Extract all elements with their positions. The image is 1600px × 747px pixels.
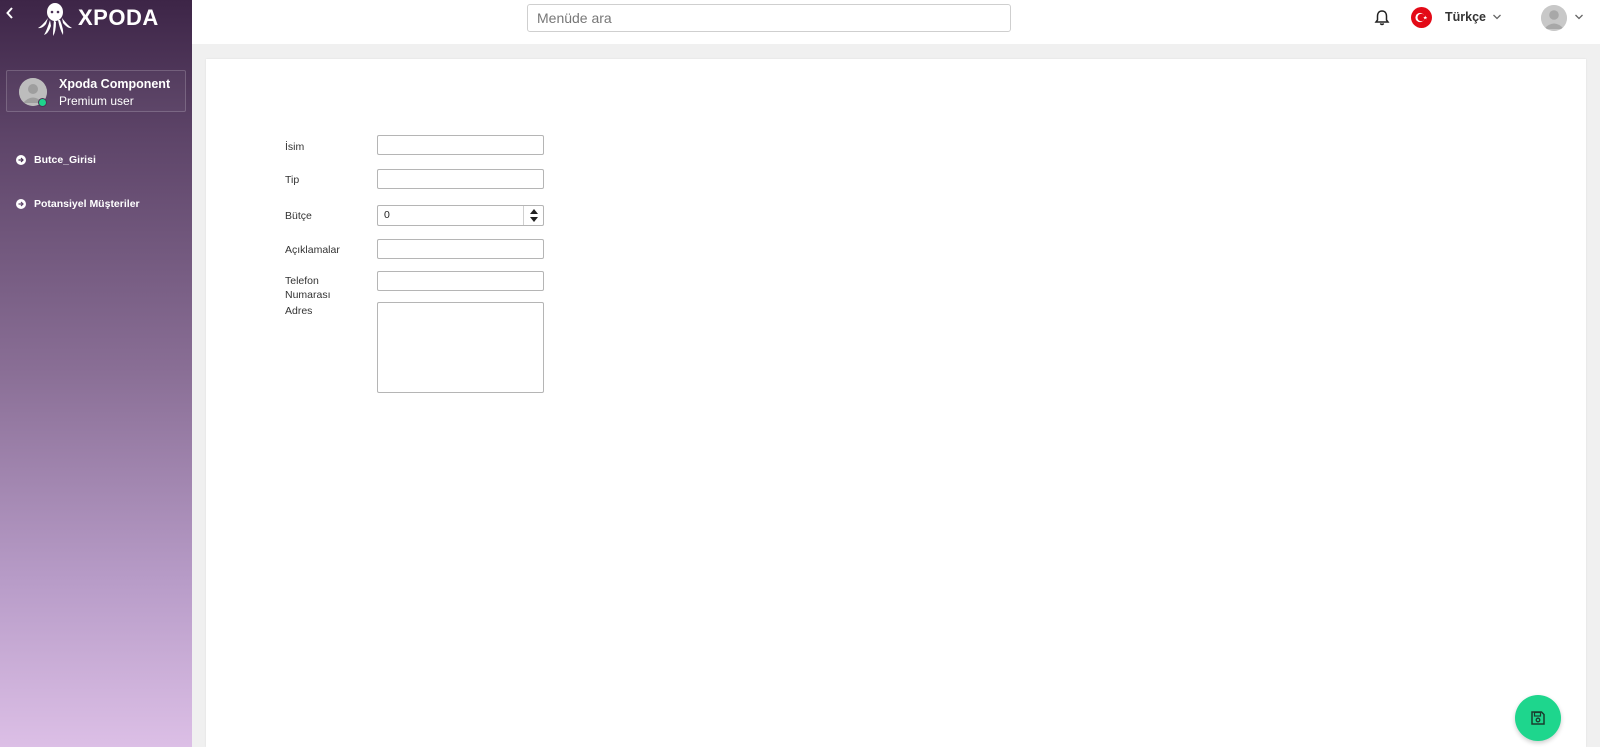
turkey-flag-icon[interactable] xyxy=(1411,7,1432,28)
app-logo-text: XPODA xyxy=(78,5,159,30)
octopus-logo-icon xyxy=(38,3,72,36)
telefon-field[interactable] xyxy=(377,271,544,291)
sidebar-header: XPODA xyxy=(0,0,192,40)
sidebar-item-label: Potansiyel Müşteriler xyxy=(34,198,140,210)
field-label-telefon: Telefon Numarası xyxy=(285,275,331,301)
user-name: Xpoda Component xyxy=(59,77,171,91)
user-card[interactable]: Xpoda Component Premium user xyxy=(6,70,186,112)
arrow-circle-right-icon xyxy=(16,199,26,209)
butce-stepper[interactable]: 0 xyxy=(377,205,544,226)
aciklamalar-field[interactable] xyxy=(377,239,544,259)
stepper-spinner xyxy=(523,206,543,225)
field-label-butce: Bütçe xyxy=(285,210,312,222)
stepper-up-icon[interactable] xyxy=(530,209,538,214)
field-label-aciklamalar: Açıklamalar xyxy=(285,244,340,256)
isim-field[interactable] xyxy=(377,135,544,155)
field-label-tip: Tip xyxy=(285,174,300,186)
form-panel: İsim Tip Bütçe 0 Açıklamalar Telefon Num… xyxy=(206,59,1586,747)
arrow-circle-right-icon xyxy=(16,155,26,165)
sidebar: XPODA Xpoda Component Premium user Butce… xyxy=(0,0,192,747)
bell-icon[interactable] xyxy=(1374,9,1390,27)
chevron-down-icon[interactable] xyxy=(1574,12,1584,22)
chevron-down-icon[interactable] xyxy=(1492,12,1502,22)
sidebar-item-potansiyel-musteriler[interactable]: Potansiyel Müşteriler xyxy=(16,194,140,214)
online-status-indicator xyxy=(38,98,47,107)
sidebar-item-butce-girisi[interactable]: Butce_Girisi xyxy=(16,150,96,170)
avatar[interactable] xyxy=(1541,5,1567,31)
save-button[interactable] xyxy=(1515,695,1561,741)
field-label-adres: Adres xyxy=(285,305,313,317)
field-label-isim: İsim xyxy=(285,141,305,153)
user-role: Premium user xyxy=(59,94,134,108)
adres-textarea[interactable] xyxy=(377,302,544,393)
floppy-disk-icon xyxy=(1531,711,1545,725)
language-selector[interactable]: Türkçe xyxy=(1445,10,1486,24)
butce-value: 0 xyxy=(384,209,390,221)
menu-search-input[interactable] xyxy=(527,4,1011,32)
stepper-down-icon[interactable] xyxy=(530,217,538,222)
chevron-left-icon[interactable] xyxy=(5,6,19,26)
sidebar-item-label: Butce_Girisi xyxy=(34,154,96,166)
top-bar: Türkçe xyxy=(192,0,1600,44)
tip-field[interactable] xyxy=(377,169,544,189)
